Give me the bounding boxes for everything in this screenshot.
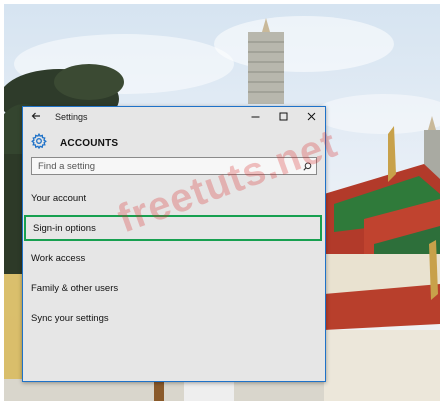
search-box[interactable] bbox=[31, 157, 317, 175]
title-bar[interactable]: Settings bbox=[23, 107, 325, 127]
nav-item-label: Your account bbox=[31, 192, 87, 204]
nav-item-sign-in-options[interactable]: Sign-in options bbox=[24, 215, 322, 241]
minimize-icon bbox=[251, 112, 260, 123]
close-button[interactable] bbox=[297, 107, 325, 127]
search-icon[interactable] bbox=[298, 158, 316, 174]
maximize-icon bbox=[279, 112, 288, 123]
window-title: Settings bbox=[55, 112, 88, 122]
maximize-button[interactable] bbox=[269, 107, 297, 127]
search-input[interactable] bbox=[32, 158, 298, 174]
settings-window: Settings ACCOUNTS Find a setting Your ac… bbox=[22, 106, 326, 382]
page-title: ACCOUNTS bbox=[60, 137, 119, 149]
nav-item-label: Family & other users bbox=[31, 282, 119, 294]
gear-icon bbox=[31, 132, 47, 154]
nav-item-family-other-users[interactable]: Family & other users bbox=[23, 273, 325, 303]
nav-item-label: Sync your settings bbox=[31, 312, 109, 324]
back-button[interactable] bbox=[23, 107, 49, 127]
close-icon bbox=[307, 112, 316, 123]
window-controls bbox=[241, 107, 325, 127]
nav-item-label: Work access bbox=[31, 252, 86, 264]
minimize-button[interactable] bbox=[241, 107, 269, 127]
nav-item-work-access[interactable]: Work access bbox=[23, 243, 325, 273]
nav-item-your-account[interactable]: Your account bbox=[23, 183, 325, 213]
nav-item-label: Sign-in options bbox=[33, 222, 96, 234]
nav-item-sync-settings[interactable]: Sync your settings bbox=[23, 303, 325, 333]
accounts-nav: Your account Sign-in options Work access… bbox=[23, 183, 325, 333]
page-header: ACCOUNTS bbox=[31, 132, 119, 154]
back-arrow-icon bbox=[31, 111, 41, 123]
